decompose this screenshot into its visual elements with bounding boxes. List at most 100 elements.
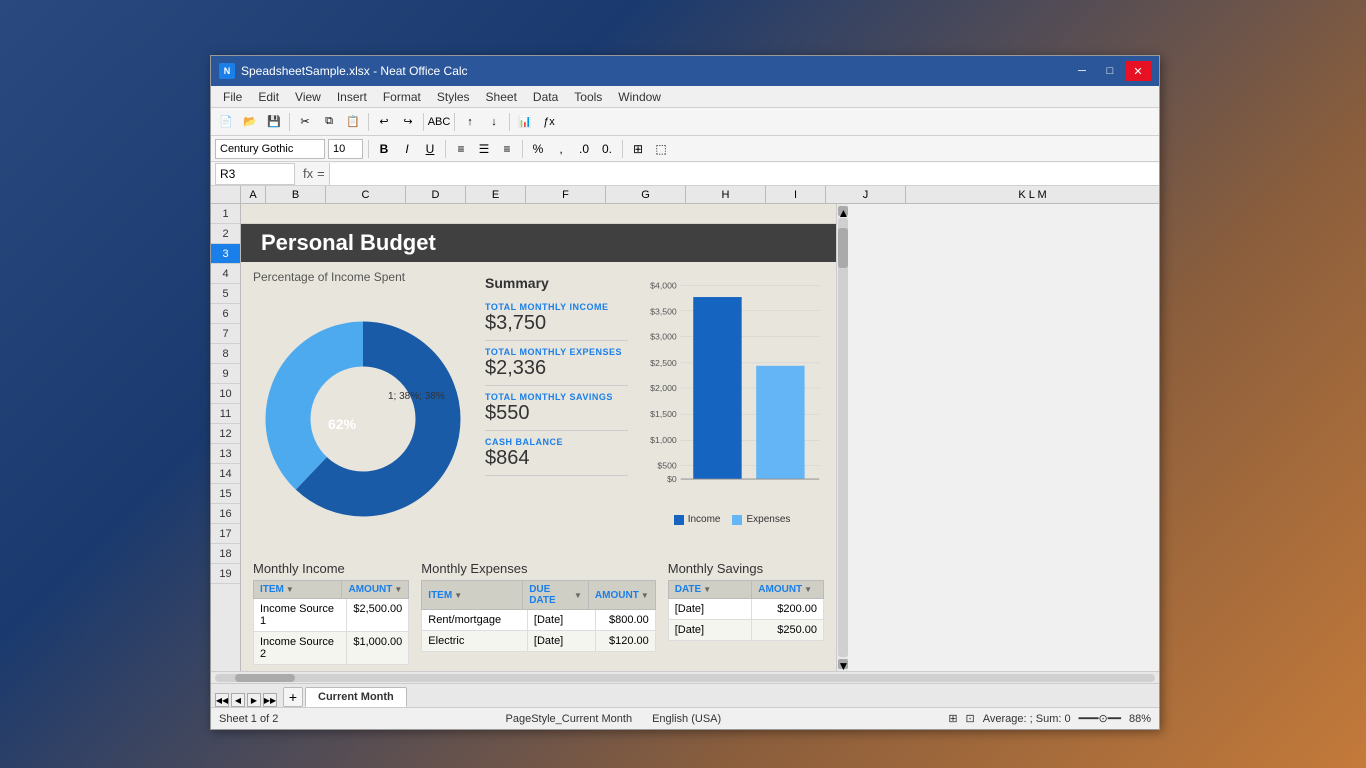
svg-text:$500: $500	[657, 460, 677, 470]
savings-date-header[interactable]: DATE ▼	[669, 581, 753, 598]
sort-desc-button[interactable]: ↓	[483, 111, 505, 133]
spell-check-button[interactable]: ABC	[428, 111, 450, 133]
align-center-button[interactable]: ☰	[474, 139, 494, 159]
tab-first-btn[interactable]: ◀◀	[215, 693, 229, 707]
row-num-10: 10	[211, 384, 240, 404]
merge-cells-button[interactable]: ⊞	[628, 139, 648, 159]
expenses-item-header[interactable]: ITEM ▼	[422, 581, 523, 609]
bold-button[interactable]: B	[374, 139, 394, 159]
view-normal-icon[interactable]: ⊞	[948, 712, 957, 725]
italic-button[interactable]: I	[397, 139, 417, 159]
underline-button[interactable]: U	[420, 139, 440, 159]
row-num-7: 7	[211, 324, 240, 344]
increase-decimal-button[interactable]: .0	[574, 139, 594, 159]
savings-amount-header[interactable]: AMOUNT ▼	[752, 581, 823, 598]
expense-amount-2: $120.00	[596, 631, 654, 651]
cut-button[interactable]: ✂	[294, 111, 316, 133]
align-left-button[interactable]: ≡	[451, 139, 471, 159]
col-header-a: A	[241, 186, 266, 203]
donut-chart-svg: 62% 1; 38%; 38%	[253, 309, 473, 529]
align-right-button[interactable]: ≡	[497, 139, 517, 159]
menu-bar: File Edit View Insert Format Styles Shee…	[211, 86, 1159, 108]
open-button[interactable]: 📂	[239, 111, 261, 133]
decrease-decimal-button[interactable]: 0.	[597, 139, 617, 159]
row-num-8: 8	[211, 344, 240, 364]
total-monthly-expenses-value: $2,336	[485, 357, 628, 380]
menu-edit[interactable]: Edit	[250, 88, 287, 106]
menu-insert[interactable]: Insert	[329, 88, 375, 106]
font-name-input[interactable]: Century Gothic	[215, 139, 325, 159]
col-header-h: H	[686, 186, 766, 203]
expenses-due-date-header[interactable]: DUE DATE ▼	[523, 581, 589, 609]
percent-button[interactable]: %	[528, 139, 548, 159]
minimize-button[interactable]: ─	[1069, 61, 1095, 81]
borders-button[interactable]: ⬚	[651, 139, 671, 159]
new-button[interactable]: 📄	[215, 111, 237, 133]
menu-styles[interactable]: Styles	[429, 88, 478, 106]
equals-icon[interactable]: =	[317, 166, 325, 181]
income-source-1-label: Income Source 1	[254, 599, 347, 631]
savings-table-header: DATE ▼ AMOUNT ▼	[668, 580, 824, 599]
zoom-slider[interactable]: ━━━⊙━━	[1079, 712, 1121, 725]
menu-format[interactable]: Format	[375, 88, 429, 106]
tab-navigation: ◀◀ ◀ ▶ ▶▶	[215, 693, 277, 707]
comma-button[interactable]: ,	[551, 139, 571, 159]
col-header-e: E	[466, 186, 526, 203]
add-sheet-button[interactable]: +	[283, 687, 303, 707]
menu-file[interactable]: File	[215, 88, 250, 106]
scroll-track-v[interactable]	[838, 218, 848, 657]
income-amount-header[interactable]: AMOUNT ▼	[342, 581, 408, 598]
close-button[interactable]: ✕	[1125, 61, 1151, 81]
sheet-tab-current-month[interactable]: Current Month	[305, 687, 407, 707]
row-num-9: 9	[211, 364, 240, 384]
scroll-up-btn[interactable]: ▲	[838, 206, 848, 216]
col-header-c: C	[326, 186, 406, 203]
expenses-amount-header[interactable]: AMOUNT ▼	[589, 581, 655, 609]
income-item-header[interactable]: ITEM ▼	[254, 581, 342, 598]
tab-next-btn[interactable]: ▶	[247, 693, 261, 707]
status-center: PageStyle_Current Month English (USA)	[506, 713, 722, 725]
savings-amount-2: $250.00	[752, 620, 823, 640]
title-bar: N SpeadsheetSample.xlsx - Neat Office Ca…	[211, 56, 1159, 86]
income-table-header: ITEM ▼ AMOUNT ▼	[253, 580, 409, 599]
maximize-button[interactable]: □	[1097, 61, 1123, 81]
summary-item-cash: CASH BALANCE $864	[485, 437, 628, 476]
summary-item-savings: TOTAL MONTHLY SAVINGS $550	[485, 392, 628, 431]
menu-tools[interactable]: Tools	[566, 88, 610, 106]
row-num-2: 2	[211, 224, 240, 244]
v-scrollbar[interactable]: ▲ ▼	[836, 204, 848, 671]
tab-prev-btn[interactable]: ◀	[231, 693, 245, 707]
corner-cell	[211, 186, 241, 203]
menu-sheet[interactable]: Sheet	[478, 88, 525, 106]
fx-icon[interactable]: fx	[303, 166, 313, 181]
svg-text:$3,000: $3,000	[650, 332, 677, 342]
app-icon: N	[219, 63, 235, 79]
menu-data[interactable]: Data	[525, 88, 566, 106]
view-page-icon[interactable]: ⊡	[966, 712, 975, 725]
scroll-down-btn[interactable]: ▼	[838, 659, 848, 669]
function-button[interactable]: ƒx	[538, 111, 560, 133]
language: English (USA)	[652, 713, 721, 725]
formula-input[interactable]	[329, 163, 1159, 185]
font-sep4	[622, 140, 623, 158]
menu-window[interactable]: Window	[610, 88, 669, 106]
row-numbers: 1 2 3 4 5 6 7 8 9 10 11 12 13 14 15 16 1…	[211, 204, 241, 671]
chart-button[interactable]: 📊	[514, 111, 536, 133]
savings-date-1: [Date]	[669, 599, 753, 619]
expenses-legend-label: Expenses	[746, 514, 790, 525]
save-button[interactable]: 💾	[263, 111, 285, 133]
h-scrollbar[interactable]	[211, 671, 1159, 683]
exp-item-dropdown-icon: ▼	[454, 591, 462, 600]
menu-view[interactable]: View	[287, 88, 329, 106]
sort-asc-button[interactable]: ↑	[459, 111, 481, 133]
paste-button[interactable]: 📋	[342, 111, 364, 133]
scroll-track-h[interactable]	[215, 674, 1155, 682]
font-size-input[interactable]: 10	[328, 139, 363, 159]
tab-last-btn[interactable]: ▶▶	[263, 693, 277, 707]
copy-button[interactable]: ⧉	[318, 111, 340, 133]
income-legend-dot	[674, 515, 684, 525]
content-area: 1 2 3 4 5 6 7 8 9 10 11 12 13 14 15 16 1…	[211, 204, 1159, 671]
cell-reference[interactable]: R3	[215, 163, 295, 185]
undo-button[interactable]: ↩	[373, 111, 395, 133]
redo-button[interactable]: ↪	[397, 111, 419, 133]
